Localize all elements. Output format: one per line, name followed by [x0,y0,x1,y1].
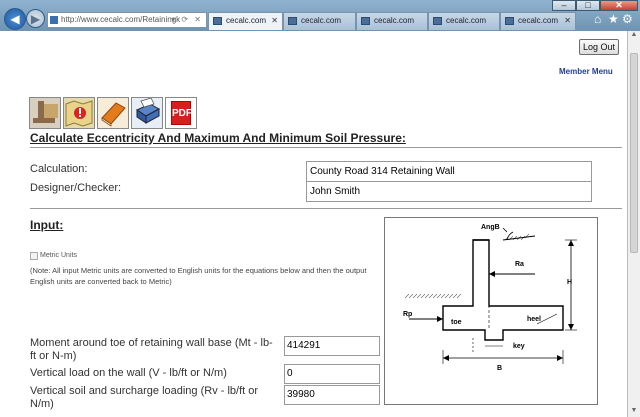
input-heading: Input: [30,218,64,232]
scroll-up-icon[interactable]: ▲ [628,31,640,41]
arrow-left-icon: ◀ [10,12,20,26]
tab-1[interactable]: cecalc.com ✕ [208,12,283,30]
pdf-text: PDF [171,101,192,125]
metric-units-label: Metric Units [40,252,77,259]
arrow-right-icon: ▶ [30,11,41,26]
title-divider [30,147,622,148]
settings-gear-icon[interactable]: ⚙ [622,12,633,26]
tab-label: cecalc.com [518,16,559,25]
warning-map-icon[interactable] [63,97,95,129]
favorites-star-icon[interactable]: ★ [608,12,619,26]
moment-label: Moment around toe of retaining wall base… [30,337,273,362]
vertical-load-input[interactable]: 0 [284,364,380,384]
tab-label: cecalc.com [301,16,342,25]
tab-close-icon[interactable]: ✕ [564,13,571,29]
member-menu-link[interactable]: Member Menu [559,67,613,76]
tab-close-icon[interactable]: ✕ [271,13,278,29]
tab-label: cecalc.com [446,16,487,25]
svg-text:B: B [497,365,502,372]
address-bar[interactable]: http://www.cecalc.com/Retainingk ▾ ⟳ ✕ [47,12,207,28]
tab-favicon-icon [213,17,222,25]
svg-text:Rp: Rp [403,311,412,318]
calculation-input[interactable]: County Road 314 Retaining Wall [306,161,592,182]
svg-text:key: key [513,343,525,350]
tab-5[interactable]: cecalc.com ✕ [500,12,576,30]
calculation-label: Calculation: [30,163,88,175]
svg-text:H: H [567,279,572,286]
vertical-soil-input[interactable]: 39980 [284,385,380,405]
book-icon[interactable] [97,97,129,129]
designer-label: Designer/Checker: [30,182,122,194]
moment-input[interactable]: 414291 [284,336,380,356]
tab-favicon-icon [433,17,442,25]
conversion-note: (Note: All input Metric units are conver… [30,266,367,286]
back-button[interactable]: ◀ [4,8,26,30]
svg-text:toe: toe [451,319,462,326]
metric-units-checkbox[interactable] [30,252,38,260]
tab-label: cecalc.com [226,16,267,25]
minimize-button[interactable]: ‒ [552,0,576,11]
tab-favicon-icon [361,17,370,25]
vertical-scrollbar[interactable]: ▲ ▼ [628,31,640,417]
scroll-down-icon[interactable]: ▼ [628,407,640,417]
address-text: http://www.cecalc.com/Retainingk [61,15,181,24]
vertical-soil-label: Vertical soil and surcharge loading (Rv … [30,385,259,410]
retaining-wall-diagram: AngB Ra H Rp toe heel key B [384,217,598,405]
tab-favicon-icon [288,17,297,25]
page-content: Log Out Member Menu PDF Calculate Eccent… [0,31,628,417]
tab-2[interactable]: cecalc.com [283,12,356,30]
section-divider [30,208,622,209]
tab-label: cecalc.com [374,16,415,25]
tab-4[interactable]: cecalc.com [428,12,500,30]
pdf-icon[interactable]: PDF [165,97,197,129]
window-controls: ‒ □ ✕ [552,0,638,11]
site-favicon-icon [50,16,58,24]
logout-button[interactable]: Log Out [579,39,620,55]
maximize-button[interactable]: □ [576,0,600,11]
tab-3[interactable]: cecalc.com [356,12,428,30]
browser-chrome: ‒ □ ✕ ◀ ▶ http://www.cecalc.com/Retainin… [0,0,640,31]
close-window-button[interactable]: ✕ [600,0,638,11]
svg-text:Ra: Ra [515,261,524,268]
retaining-wall-icon[interactable] [29,97,61,129]
designer-input[interactable]: John Smith [306,181,592,202]
print-icon[interactable] [131,97,163,129]
svg-text:heel: heel [527,316,541,323]
home-icon[interactable]: ⌂ [594,12,601,26]
scrollbar-thumb[interactable] [630,53,638,253]
tab-favicon-icon [505,17,514,25]
svg-text:AngB: AngB [481,224,500,231]
forward-button[interactable]: ▶ [26,9,45,28]
page-title: Calculate Eccentricity And Maximum And M… [30,131,406,145]
address-controls[interactable]: ▾ ⟳ ✕ [171,13,203,27]
vertical-load-label: Vertical load on the wall (V - lb/ft or … [30,367,227,379]
